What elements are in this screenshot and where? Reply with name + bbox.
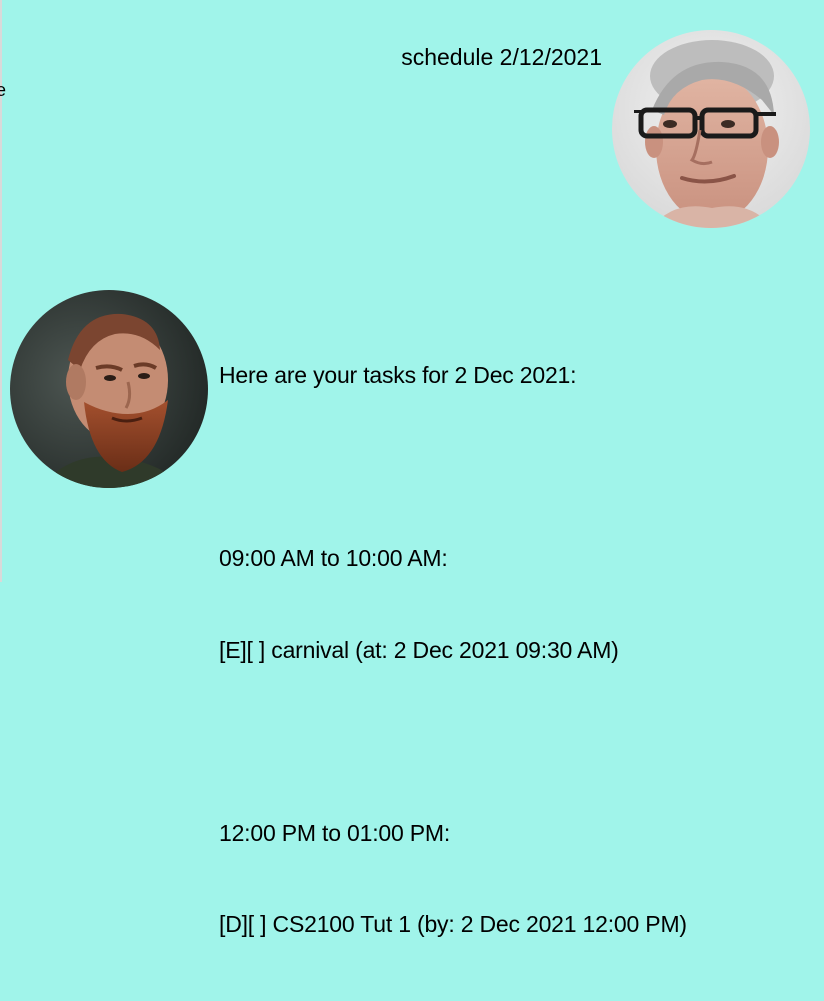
bot-message-text: Here are your tasks for 2 Dec 2021: 09:0… bbox=[219, 299, 687, 1001]
bot-dialog-box: Here are your tasks for 2 Dec 2021: 09:0… bbox=[0, 280, 824, 937]
user-avatar-icon bbox=[612, 30, 810, 228]
time-slot-label: 12:00 PM to 01:00 PM: bbox=[219, 819, 451, 846]
task-item: [D][ ] CS2100 Tut 1 (by: 2 Dec 2021 12:0… bbox=[219, 911, 687, 937]
time-slot-label: 09:00 AM to 10:00 AM: bbox=[219, 545, 448, 571]
user-dialog-box: schedule 2/12/2021 bbox=[0, 0, 824, 240]
user-message-text: schedule 2/12/2021 bbox=[401, 44, 602, 70]
dialog-list[interactable]: schedule 2/12/2021 Here are your tasks f… bbox=[0, 0, 824, 937]
bot-avatar-icon bbox=[10, 290, 208, 488]
task-header-line: Here are your tasks for 2 Dec 2021: bbox=[219, 362, 577, 388]
task-item: [E][ ] carnival (at: 2 Dec 2021 09:30 AM… bbox=[219, 636, 619, 663]
